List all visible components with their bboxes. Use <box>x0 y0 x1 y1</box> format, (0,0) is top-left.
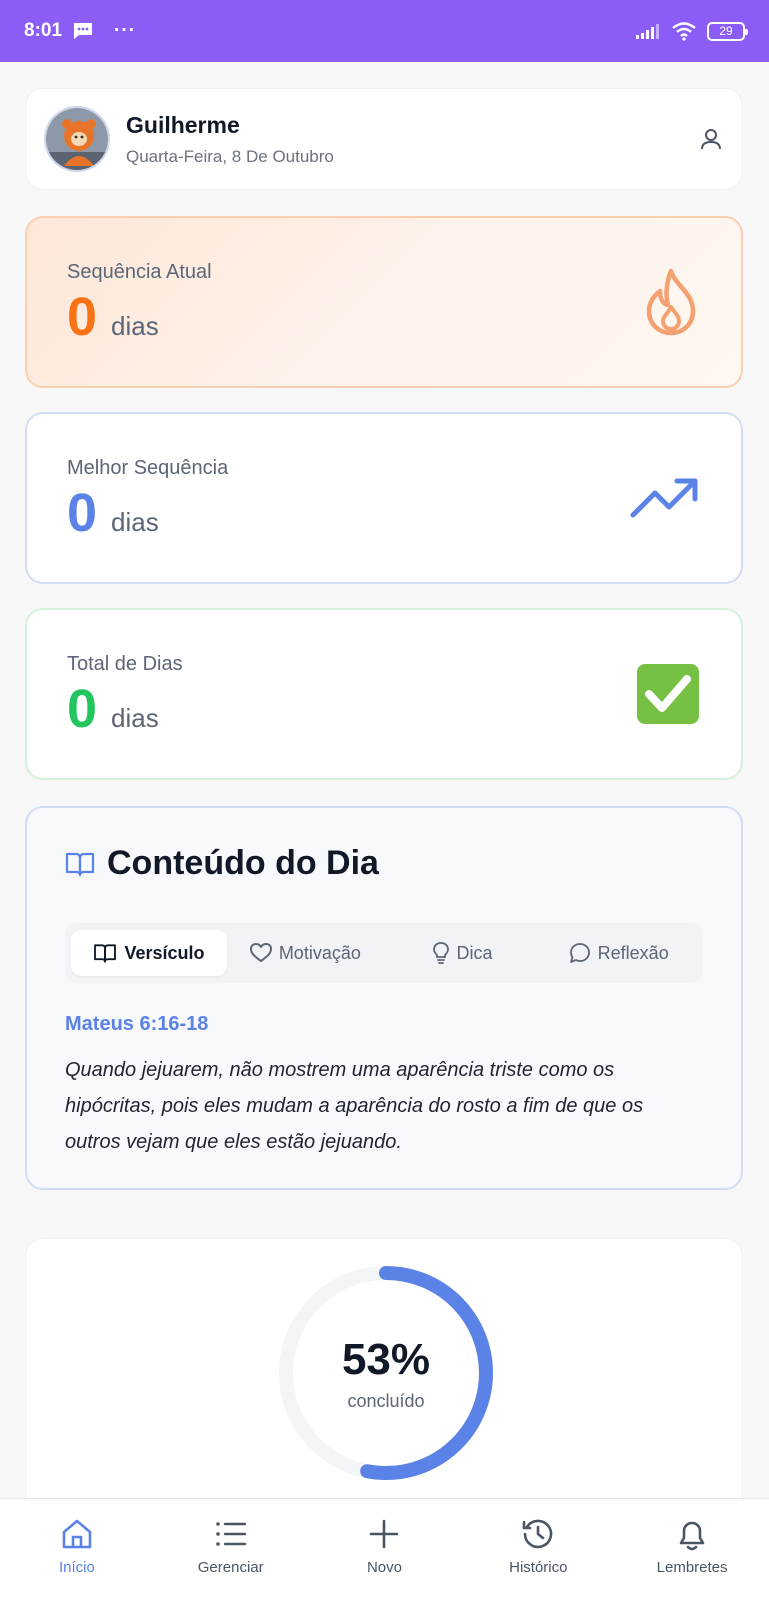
check-mark-icon <box>637 664 699 724</box>
nav-historico[interactable]: Histórico <box>461 1499 615 1600</box>
history-icon <box>522 1519 553 1549</box>
tab-label: Motivação <box>278 942 361 963</box>
tab-dica[interactable]: Dica <box>384 930 541 976</box>
tab-label: Dica <box>456 942 493 963</box>
nav-label: Gerenciar <box>197 1559 264 1576</box>
status-bar: 8:01 ··· 29 <box>0 0 769 62</box>
verse-text: Quando jejuarem, não mostrem uma aparênc… <box>65 1059 644 1153</box>
current-streak-label: Sequência Atual <box>67 260 212 283</box>
book-icon <box>65 852 95 876</box>
more-notifications-icon: ··· <box>114 20 137 41</box>
total-days-unit: dias <box>111 702 159 733</box>
tab-label: Versículo <box>124 942 205 963</box>
home-icon <box>62 1519 92 1549</box>
nav-inicio[interactable]: Início <box>0 1499 154 1600</box>
flame-icon <box>646 268 696 336</box>
daily-content-card: Conteúdo do Dia Versículo Motivação Dica <box>25 806 743 1190</box>
progress-caption: concluído <box>347 1390 425 1411</box>
section-title: Conteúdo do Dia <box>107 844 379 882</box>
current-streak-value: 0 <box>67 286 98 347</box>
nav-label: Novo <box>366 1559 402 1576</box>
total-days-label: Total de Dias <box>67 652 183 675</box>
heart-icon <box>249 943 272 962</box>
nav-label: Histórico <box>509 1559 568 1576</box>
lightbulb-icon <box>432 942 449 964</box>
tab-reflexao[interactable]: Reflexão <box>540 930 697 976</box>
avatar[interactable] <box>44 106 110 172</box>
nav-label: Início <box>58 1559 95 1576</box>
nav-gerenciar[interactable]: Gerenciar <box>154 1499 308 1600</box>
user-name: Guilherme <box>126 111 240 138</box>
plus-icon <box>370 1519 399 1549</box>
current-streak-card: Sequência Atual 0 dias <box>25 216 743 388</box>
avatar-image <box>46 108 108 170</box>
battery-level: 29 <box>719 24 733 38</box>
status-time: 8:01 <box>24 20 63 41</box>
battery-icon: 29 <box>707 21 748 41</box>
best-streak-card: Melhor Sequência 0 dias <box>25 412 743 584</box>
tab-motivacao[interactable]: Motivação <box>227 930 384 976</box>
wifi-icon <box>672 22 696 41</box>
best-streak-value: 0 <box>67 482 98 543</box>
bottom-navigation: Início Gerenciar Novo Histórico Lembrete… <box>0 1498 769 1600</box>
profile-card: Guilherme Quarta-Feira, 8 De Outubro <box>25 88 743 190</box>
verse-reference: Mateus 6:16-18 <box>65 1013 209 1035</box>
user-profile-icon[interactable] <box>698 126 724 152</box>
total-days-card: Total de Dias 0 dias <box>25 608 743 780</box>
trending-up-icon <box>630 478 698 518</box>
current-streak-unit: dias <box>111 310 159 341</box>
nav-lembretes[interactable]: Lembretes <box>615 1499 769 1600</box>
bell-icon <box>679 1521 705 1551</box>
tab-label: Reflexão <box>597 942 669 963</box>
content-tabs: Versículo Motivação Dica Reflexão <box>65 923 703 983</box>
current-date: Quarta-Feira, 8 De Outubro <box>126 146 334 166</box>
book-icon <box>94 944 117 963</box>
best-streak-unit: dias <box>111 506 159 537</box>
progress-percentage: 53% <box>341 1334 431 1384</box>
total-days-value: 0 <box>67 678 98 739</box>
best-streak-label: Melhor Sequência <box>67 456 229 479</box>
nav-label: Lembretes <box>656 1559 728 1576</box>
nav-novo[interactable]: Novo <box>308 1499 462 1600</box>
list-icon <box>215 1522 246 1546</box>
tab-versiculo[interactable]: Versículo <box>71 930 227 976</box>
chat-bubble-icon <box>569 943 590 963</box>
message-notification-icon <box>74 23 93 39</box>
signal-icon <box>636 24 659 39</box>
